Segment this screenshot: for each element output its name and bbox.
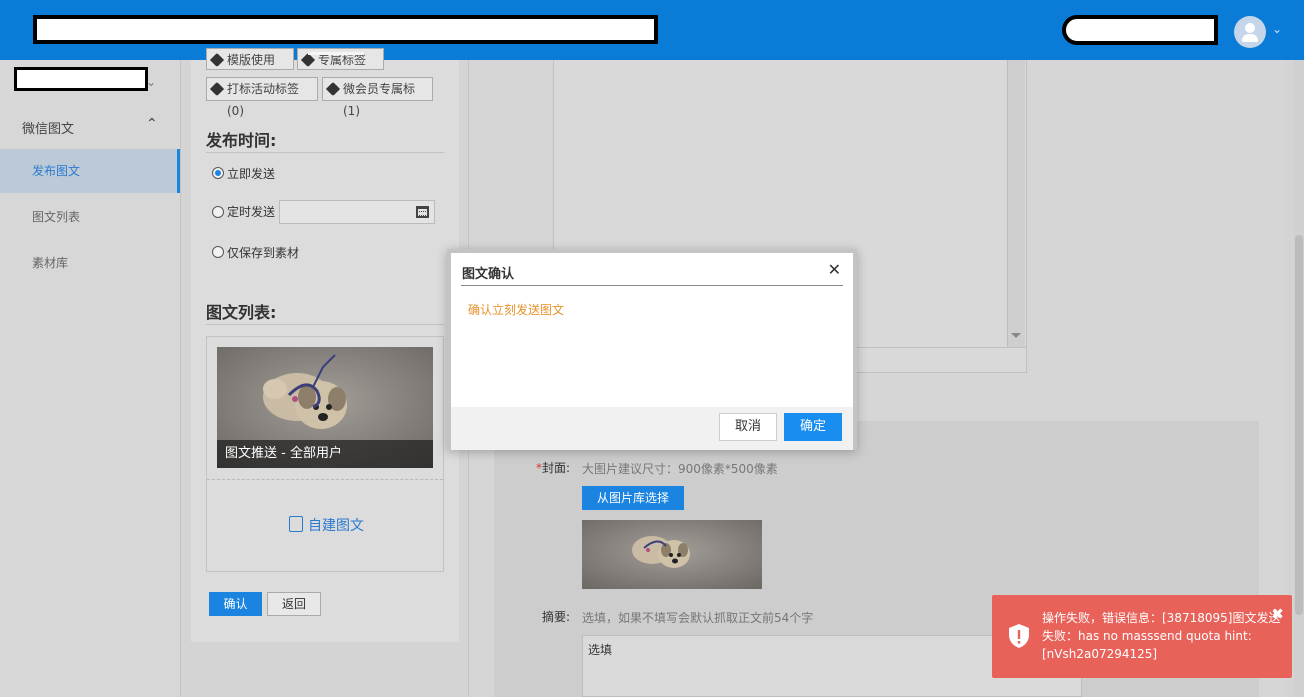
sidebar: ⌄ 微信图文 ⌃ 发布图文 图文列表 素材库 [0,60,181,697]
user-avatar[interactable] [1234,16,1266,48]
publish-time-title: 发布时间: [206,131,277,150]
news-item-caption: 图文推送 - 全部用户 [217,440,433,468]
back-button[interactable]: 返回 [267,592,321,616]
radio-send-now-label[interactable]: 立即发送 [227,165,275,182]
radio-scheduled[interactable] [212,206,224,218]
dialog-message: 确认立刻发送图文 [468,303,565,317]
dialog-title: 图文确认 [462,267,515,282]
cover-size-hint: 大图片建议尺寸：900像素*500像素 [582,462,778,476]
redacted-sidebar-header[interactable] [14,67,148,91]
ok-button[interactable]: 确定 [784,413,842,441]
error-toast: 操作失败，错误信息：[38718095]图文发送失败：has no massse… [992,595,1292,678]
chevron-down-icon[interactable]: ⌄ [1272,22,1282,36]
tab-indicator [308,52,364,55]
avatar-body-shape [1242,34,1258,42]
cover-image [582,520,762,589]
redacted-app-title [33,15,658,44]
edit-icon[interactable] [289,516,303,532]
summary-label: 摘要: [542,610,571,624]
summary-hint: 选填，如果不填写会默认抓取正文前54个字 [582,611,814,625]
tag-chip[interactable]: 打标活动标签(0) [206,77,318,118]
tag-icon [209,81,225,97]
sidebar-item-news-list[interactable]: 图文列表 [0,195,180,239]
radio-scheduled-label[interactable]: 定时发送 [227,203,275,220]
close-icon[interactable]: ✖ [1271,605,1284,623]
sidebar-item-publish-news[interactable]: 发布图文 [0,149,180,193]
confirm-dialog: 图文确认 ✕ 确认立刻发送图文 取消 确定 [447,249,857,450]
radio-send-now[interactable] [212,167,224,179]
divider [206,152,444,153]
chevron-down-icon[interactable]: ⌄ [146,75,156,89]
tag-label: 模版使用(0) [227,53,276,67]
sidebar-group-label[interactable]: 微信图文 [22,118,74,137]
tag-icon [325,81,341,97]
calendar-icon[interactable] [416,206,429,218]
tag-chip[interactable]: 模版使用(0) [206,48,294,70]
confirm-button[interactable]: 确认 [209,592,262,616]
editor-scrollbar[interactable] [1007,60,1025,348]
news-list-title: 图文列表: [206,303,277,322]
tag-icon [209,52,225,68]
pick-from-library-button[interactable]: 从图片库选择 [582,486,684,510]
avatar-head-shape [1245,23,1255,33]
radio-save-only-label[interactable]: 仅保存到素材 [227,244,299,261]
cancel-button[interactable]: 取消 [719,413,777,441]
summary-textarea-value: 选填 [588,643,613,657]
create-news-label[interactable]: 自建图文 [308,515,364,535]
sidebar-item-media-library[interactable]: 素材库 [0,241,180,285]
close-icon[interactable]: ✕ [828,260,841,279]
toast-message: 操作失败，错误信息：[38718095]图文发送失败：has no massse… [1042,611,1281,661]
chevron-up-icon[interactable]: ⌃ [146,116,158,132]
dialog-divider [461,285,843,286]
shield-alert-icon [1009,624,1029,648]
tag-label: 专属标签(5) [318,53,367,67]
tag-icon [300,52,316,68]
schedule-date-input[interactable] [279,200,435,224]
dog-photo [582,520,762,589]
dialog-footer: 取消 确定 [451,407,853,450]
cover-label-text: 封面: [542,461,571,475]
scroll-down-arrow-icon[interactable] [1011,333,1021,338]
cover-label: *封面: [536,459,570,476]
tag-chip[interactable]: 微会员专属标(1) [322,77,433,118]
divider [206,324,444,325]
page-scrollbar-thumb[interactable] [1295,235,1303,615]
redacted-account-name[interactable] [1062,15,1218,45]
radio-save-only[interactable] [212,246,224,258]
